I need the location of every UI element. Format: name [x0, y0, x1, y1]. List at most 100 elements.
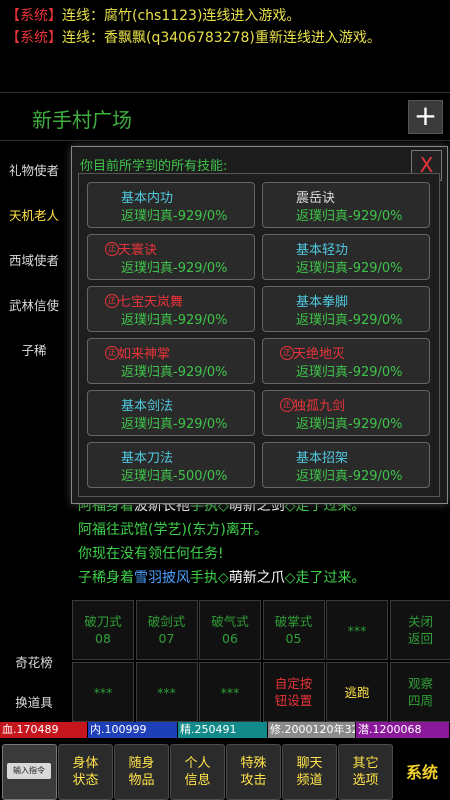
action-label: *** [157, 684, 176, 700]
skill-item[interactable]: 正独孤九剑返璞归真-929/0% [262, 390, 430, 436]
skill-item[interactable]: 正七宝天岚舞 返璞归真-929/0% [87, 286, 255, 332]
skill-name: 七宝天岚舞 [118, 295, 184, 310]
action-label: 破刀式 [84, 614, 122, 629]
action-button[interactable]: 自定按 钮设置 [262, 662, 325, 722]
menu-button[interactable]: 特殊 攻击 [226, 744, 281, 800]
action-button[interactable]: *** [72, 662, 134, 722]
menu-label: 随身 [128, 756, 155, 771]
skill-list: 基本内功 返璞归真-929/0% 震岳诀 返璞归真-929/0% 正天寰诀 返璞归真-92… [78, 173, 440, 497]
skill-item[interactable]: 基本内功返璞归真-929/0% [87, 182, 255, 228]
action-button[interactable]: 破掌式 05 [262, 600, 325, 660]
orthodox-mark-icon: 正 [280, 398, 294, 412]
action-label: 返回 [407, 631, 433, 646]
action-button[interactable]: *** [199, 662, 261, 722]
skill-item[interactable]: 基本刀法 返璞归真-500/0% [87, 442, 255, 488]
menu-label: 身体 [72, 756, 99, 771]
skill-name: 基本刀法 [121, 451, 174, 466]
action-button[interactable]: *** [135, 662, 198, 722]
menu-label: 信息 [184, 773, 211, 788]
menu-label: 其它 [352, 756, 379, 771]
skill-level: 返璞归真-929/0% [296, 469, 403, 484]
divider [0, 92, 450, 93]
npc-item[interactable]: 礼物使者 [0, 160, 68, 179]
swap-item-button[interactable]: 换道具 [0, 692, 68, 711]
skill-name: 震岳诀 [296, 191, 336, 206]
action-button[interactable]: 破气式 06 [199, 600, 261, 660]
menu-button[interactable]: 随身 物品 [114, 744, 169, 800]
status-bar: 精.250491 [178, 722, 268, 738]
orthodox-mark-icon: 正 [105, 242, 119, 256]
action-button[interactable]: 观察 四周 [389, 662, 450, 722]
menu-label: 选项 [352, 773, 379, 788]
skill-name: 基本拳脚 [296, 295, 349, 310]
status-bar: 血.170489 [0, 722, 88, 738]
action-label: 破剑式 [147, 614, 186, 629]
skill-name: 独孤九剑 [293, 399, 346, 414]
action-label: 逃跑 [344, 684, 370, 700]
skill-level: 返璞归真-929/0% [296, 417, 403, 432]
menu-label: 物品 [128, 773, 155, 788]
action-label: 钮设置 [274, 693, 313, 708]
command-input-label: 输入指令 [7, 763, 51, 779]
orthodox-mark-icon: 正 [105, 294, 119, 308]
action-button[interactable]: 破刀式 08 [72, 600, 134, 660]
action-label: 08 [95, 631, 111, 646]
action-button[interactable]: 逃跑 [326, 662, 388, 722]
menu-label: 聊天 [296, 756, 323, 771]
menu-button[interactable]: 其它 选项 [338, 744, 393, 800]
menu-label: 攻击 [240, 773, 267, 788]
skill-item[interactable]: 基本拳脚返璞归真-929/0% [262, 286, 430, 332]
dialog-title: 你目前所学到的所有技能: [80, 159, 228, 174]
room-message: 你现在没有领任何任务! [78, 546, 224, 562]
menu-label: 个人 [184, 756, 211, 771]
menu-button[interactable]: 聊天 频道 [282, 744, 337, 800]
orthodox-mark-icon: 正 [280, 346, 294, 360]
skill-item[interactable]: 正如来神掌 返璞归真-929/0% [87, 338, 255, 384]
skill-item[interactable]: 震岳诀 返璞归真-929/0% [262, 182, 430, 228]
system-button[interactable]: 系统 [394, 744, 450, 800]
rank-button[interactable]: 奇花榜 [0, 652, 68, 671]
npc-item[interactable]: 天机老人 [0, 205, 68, 224]
action-label: 05 [285, 631, 302, 646]
skill-item[interactable]: 正天寰诀返璞归真-929/0% [87, 234, 255, 280]
skill-level: 返璞归真-929/0% [121, 365, 228, 380]
status-bar: 潜.1200068 [356, 722, 450, 738]
action-button[interactable]: *** [326, 600, 388, 660]
room-message: 子稀身着雪羽披风手执◇萌新之爪◇走了过来。 [78, 570, 366, 586]
skill-item[interactable]: 基本剑法 返璞归真-929/0% [87, 390, 255, 436]
menu-button[interactable]: 身体 状态 [58, 744, 113, 800]
location-title: 新手村广场 [32, 108, 132, 132]
add-button[interactable]: + [408, 100, 443, 134]
system-message: 【系统】连线：腐竹(chs1123)连线进入游戏。 [6, 8, 301, 24]
action-button[interactable]: 关闭 返回 [389, 600, 450, 660]
menu-button[interactable]: 个人 信息 [170, 744, 225, 800]
skill-level: 返璞归真-929/0% [296, 365, 403, 380]
action-label: 07 [158, 631, 175, 646]
action-button[interactable]: 破剑式 07 [135, 600, 198, 660]
command-input-button[interactable]: 输入指令 [2, 744, 57, 800]
action-label: 破气式 [211, 614, 249, 629]
menu-label: 状态 [72, 773, 99, 788]
skill-name: 天绝地灭 [293, 347, 346, 362]
action-label: 自定按 [274, 676, 313, 691]
skill-name: 基本内功 [121, 191, 174, 206]
skill-name: 天寰诀 [118, 243, 158, 258]
skill-name: 基本招架 [296, 451, 349, 466]
skill-level: 返璞归真-929/0% [121, 261, 228, 276]
skill-level: 返璞归真-929/0% [296, 313, 403, 328]
npc-item[interactable]: 子稀 [0, 340, 68, 359]
npc-item[interactable]: 西域使者 [0, 250, 68, 269]
skill-name: 基本剑法 [121, 399, 174, 414]
skill-level: 返璞归真-929/0% [296, 261, 403, 276]
npc-item[interactable]: 武林信使 [0, 295, 68, 314]
action-label: *** [347, 622, 367, 638]
skill-name: 如来神掌 [118, 347, 171, 362]
action-label: *** [220, 684, 240, 700]
divider [0, 140, 450, 141]
skill-item[interactable]: 正天绝地灭返璞归真-929/0% [262, 338, 430, 384]
status-bar: 内.100999 [88, 722, 178, 738]
skill-item[interactable]: 基本轻功 返璞归真-929/0% [262, 234, 430, 280]
skill-level: 返璞归真-929/0% [121, 209, 228, 224]
menu-label: 频道 [296, 773, 323, 788]
skill-item[interactable]: 基本招架返璞归真-929/0% [262, 442, 430, 488]
